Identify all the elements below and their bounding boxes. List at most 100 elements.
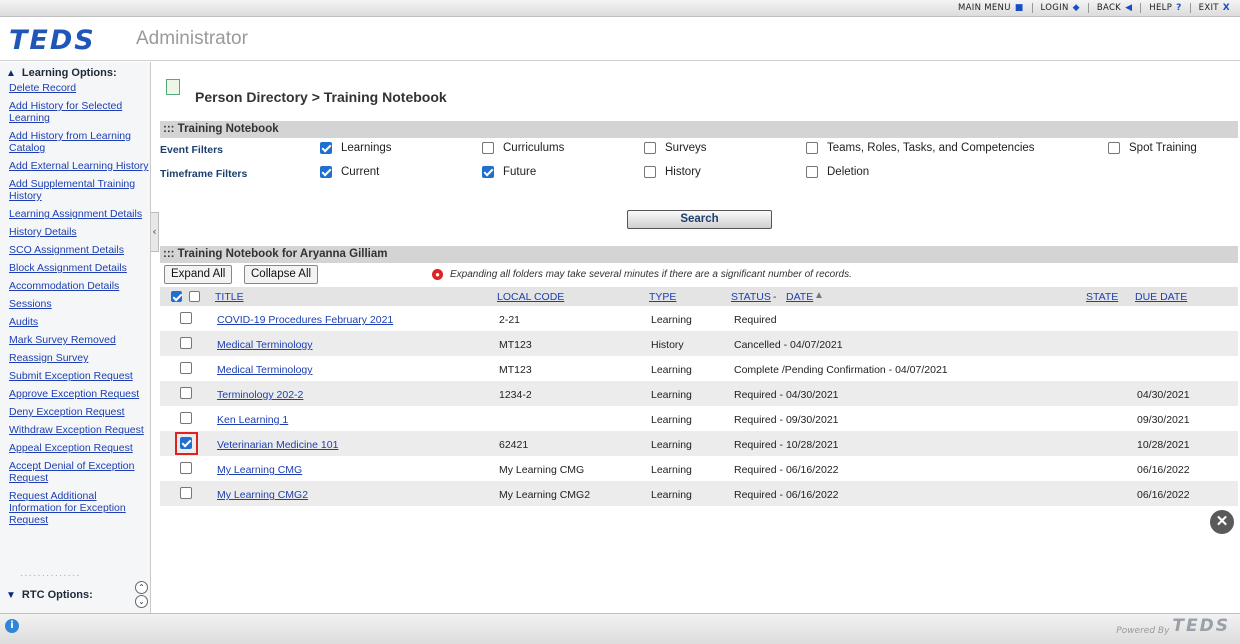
event-filter-checkbox[interactable]: [320, 142, 332, 154]
sidebar-link[interactable]: Deny Exception Request: [9, 406, 149, 418]
row-checkbox[interactable]: [180, 487, 192, 499]
search-button[interactable]: Search: [627, 210, 772, 229]
row-checkbox[interactable]: [180, 437, 192, 449]
event-filter-option[interactable]: Teams, Roles, Tasks, and Competencies: [806, 142, 1035, 154]
column-state[interactable]: STATE: [1086, 291, 1118, 303]
cell-title[interactable]: COVID-19 Procedures February 2021: [217, 314, 393, 326]
timeframe-filter-checkbox[interactable]: [644, 166, 656, 178]
sidebar-link[interactable]: Approve Exception Request: [9, 388, 149, 400]
timeframe-filter-option[interactable]: History: [644, 166, 701, 178]
sidebar-collapse-handle[interactable]: ‹: [151, 212, 159, 252]
back-link[interactable]: BACK ◀: [1089, 3, 1142, 13]
scroll-down-icon[interactable]: ⌄: [135, 595, 148, 608]
sidebar-link[interactable]: Add Supplemental Training History: [9, 178, 149, 202]
row-checkbox[interactable]: [180, 337, 192, 349]
cell-title[interactable]: My Learning CMG2: [217, 489, 308, 501]
sidebar-link[interactable]: Submit Exception Request: [9, 370, 149, 382]
login-link[interactable]: LOGIN ◆: [1033, 3, 1089, 13]
event-filter-checkbox[interactable]: [806, 142, 818, 154]
cell-title[interactable]: Medical Terminology: [217, 339, 313, 351]
learning-options-header[interactable]: ▲ Learning Options:: [6, 67, 117, 79]
timeframe-filter-checkbox[interactable]: [806, 166, 818, 178]
scroll-up-icon[interactable]: ⌃: [135, 581, 148, 594]
table-row: Veterinarian Medicine 101 62421 Learning Re…: [160, 431, 1238, 456]
event-filter-option[interactable]: Curriculums: [482, 142, 564, 154]
person-card-icon: [166, 79, 180, 95]
event-filter-option[interactable]: Spot Training: [1108, 142, 1197, 154]
sidebar-link[interactable]: Add History for Selected Learning: [9, 100, 149, 124]
top-nav-bar: MAIN MENU ■ LOGIN ◆ BACK ◀ HELP? EXIT X: [0, 0, 1240, 17]
cell-title[interactable]: Terminology 202-2: [217, 389, 303, 401]
select-all-checkbox[interactable]: [189, 291, 200, 302]
sidebar-link[interactable]: Learning Assignment Details: [9, 208, 149, 220]
sidebar-link[interactable]: Sessions: [9, 298, 149, 310]
table-row: Terminology 202-2 1234-2 Learning Required …: [160, 381, 1238, 406]
cell-type: Learning: [651, 489, 692, 501]
event-filter-checkbox[interactable]: [644, 142, 656, 154]
timeframe-filter-option[interactable]: Deletion: [806, 166, 869, 178]
column-status[interactable]: STATUS: [731, 291, 771, 303]
sidebar-link[interactable]: Block Assignment Details: [9, 262, 149, 274]
sidebar-link[interactable]: Accommodation Details: [9, 280, 149, 292]
table-row: Medical Terminology MT123 History Cancelled…: [160, 331, 1238, 356]
training-table-body: COVID-19 Procedures February 2021 2-21 Lea…: [160, 306, 1238, 506]
sidebar-link[interactable]: Withdraw Exception Request: [9, 424, 149, 436]
exit-link[interactable]: EXIT X: [1191, 3, 1230, 13]
main-menu-link[interactable]: MAIN MENU ■: [950, 3, 1033, 13]
row-checkbox[interactable]: [180, 312, 192, 324]
cell-title[interactable]: Veterinarian Medicine 101: [217, 439, 338, 451]
row-checkbox[interactable]: [180, 362, 192, 374]
help-link[interactable]: HELP?: [1141, 3, 1191, 13]
cell-status: Required - 06/16/2022: [734, 464, 839, 476]
sidebar-link[interactable]: SCO Assignment Details: [9, 244, 149, 256]
sidebar-link[interactable]: Appeal Exception Request: [9, 442, 149, 454]
timeframe-filters-label: Timeframe Filters: [160, 168, 248, 180]
cell-title[interactable]: Ken Learning 1: [217, 414, 288, 426]
row-checkbox[interactable]: [180, 387, 192, 399]
collapse-all-button[interactable]: Collapse All: [244, 265, 319, 284]
cell-local-code: My Learning CMG: [499, 464, 585, 476]
sidebar-link[interactable]: Add External Learning History: [9, 160, 149, 172]
timeframe-filter-checkbox[interactable]: [320, 166, 332, 178]
sidebar-link[interactable]: Audits: [9, 316, 149, 328]
event-filter-label: Curriculums: [503, 142, 565, 154]
cell-local-code: MT123: [499, 339, 532, 351]
table-row: My Learning CMG2 My Learning CMG2 Learning…: [160, 481, 1238, 506]
timeframe-filter-option[interactable]: Current: [320, 166, 379, 178]
info-icon[interactable]: i: [5, 619, 19, 633]
sidebar-link[interactable]: Delete Record: [9, 82, 149, 94]
sidebar-link[interactable]: Request Additional Information for Excep…: [9, 490, 149, 526]
rtc-options-header[interactable]: ▼ RTC Options:: [6, 589, 93, 601]
column-date[interactable]: DATE: [786, 291, 813, 303]
row-checkbox[interactable]: [180, 462, 192, 474]
cell-title[interactable]: My Learning CMG: [217, 464, 302, 476]
row-checkbox[interactable]: [180, 412, 192, 424]
cell-status: Required - 10/28/2021: [734, 439, 839, 451]
cell-title[interactable]: Medical Terminology: [217, 364, 313, 376]
timeframe-filter-option[interactable]: Future: [482, 166, 536, 178]
column-title[interactable]: TITLE: [215, 291, 244, 303]
expand-all-button[interactable]: Expand All: [164, 265, 233, 284]
cell-due-date: 06/16/2022: [1137, 464, 1190, 476]
column-due-date[interactable]: DUE DATE: [1135, 291, 1187, 303]
select-all-checked-icon[interactable]: [171, 291, 182, 302]
sidebar-link[interactable]: History Details: [9, 226, 149, 238]
help-icon: ?: [1176, 3, 1182, 13]
sidebar-link[interactable]: Accept Denial of Exception Request: [9, 460, 149, 484]
event-filter-option[interactable]: Learnings: [320, 142, 392, 154]
collapse-up-icon: ▲: [6, 67, 16, 79]
close-icon[interactable]: ✕: [1210, 510, 1234, 534]
timeframe-filter-checkbox[interactable]: [482, 166, 494, 178]
event-filter-checkbox[interactable]: [482, 142, 494, 154]
timeframe-filter-label: Future: [503, 166, 537, 178]
event-filter-option[interactable]: Surveys: [644, 142, 707, 154]
event-filter-checkbox[interactable]: [1108, 142, 1120, 154]
column-type[interactable]: TYPE: [649, 291, 676, 303]
breadcrumb: Person Directory > Training Notebook: [195, 89, 447, 105]
back-arrow-icon: ◀: [1125, 3, 1133, 13]
sidebar-link[interactable]: Add History from Learning Catalog: [9, 130, 149, 154]
sidebar-link[interactable]: Reassign Survey: [9, 352, 149, 364]
timeframe-filter-label: Current: [341, 166, 380, 178]
column-local-code[interactable]: LOCAL CODE: [497, 291, 564, 303]
sidebar-link[interactable]: Mark Survey Removed: [9, 334, 149, 346]
